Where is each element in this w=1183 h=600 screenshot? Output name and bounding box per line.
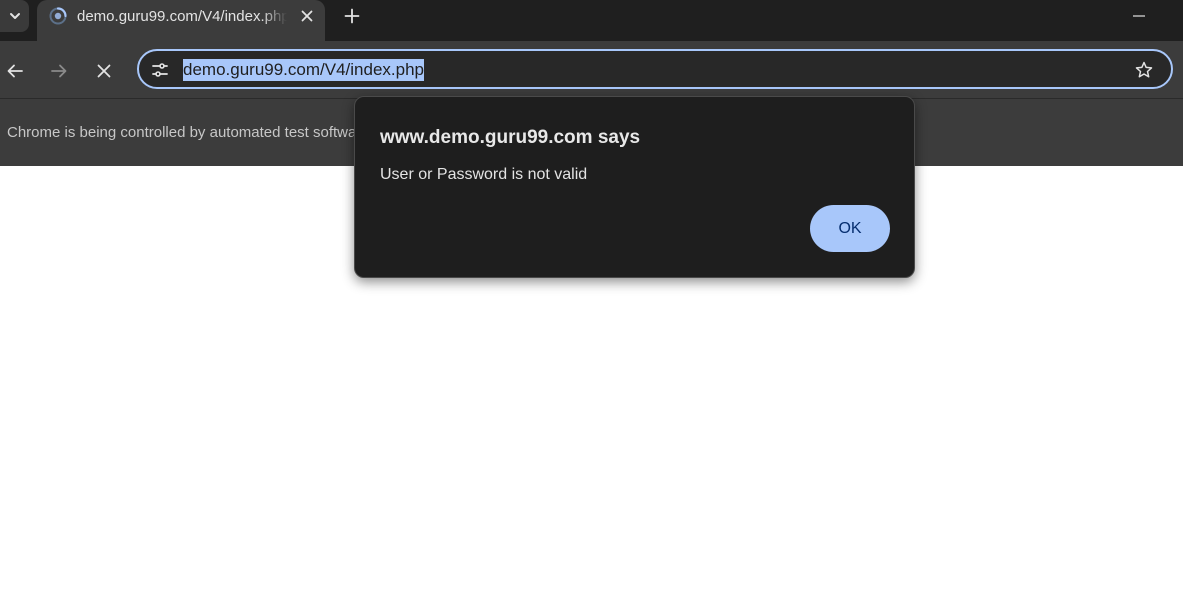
- plus-icon: [344, 8, 360, 24]
- minimize-icon: [1132, 9, 1146, 23]
- ok-button[interactable]: OK: [810, 205, 890, 252]
- loading-spinner-icon: [48, 6, 68, 26]
- new-tab-button[interactable]: [340, 4, 364, 28]
- dialog-message: User or Password is not valid: [380, 166, 588, 183]
- arrow-right-icon: [50, 62, 68, 80]
- alert-dialog: www.demo.guru99.com says User or Passwor…: [354, 96, 915, 278]
- stop-button[interactable]: [90, 57, 118, 85]
- tab-title: demo.guru99.com/V4/index.php: [77, 8, 287, 25]
- star-icon[interactable]: [1133, 59, 1155, 81]
- close-icon: [96, 63, 112, 79]
- tab-strip: demo.guru99.com/V4/index.php: [0, 0, 1183, 41]
- minimize-button[interactable]: [1124, 4, 1154, 28]
- close-icon[interactable]: [296, 5, 318, 27]
- tune-icon[interactable]: [149, 59, 171, 81]
- dialog-title: www.demo.guru99.com says: [380, 127, 641, 148]
- tab-search-button[interactable]: [0, 0, 29, 32]
- back-button[interactable]: [1, 57, 29, 85]
- address-bar[interactable]: demo.guru99.com/V4/index.php: [137, 49, 1173, 89]
- chevron-down-icon: [8, 9, 22, 23]
- active-tab[interactable]: demo.guru99.com/V4/index.php: [37, 0, 325, 41]
- arrow-left-icon: [6, 62, 24, 80]
- infobar-text: Chrome is being controlled by automated …: [7, 124, 374, 141]
- url-text[interactable]: demo.guru99.com/V4/index.php: [183, 59, 424, 81]
- forward-button[interactable]: [45, 57, 73, 85]
- toolbar: demo.guru99.com/V4/index.php: [0, 41, 1183, 98]
